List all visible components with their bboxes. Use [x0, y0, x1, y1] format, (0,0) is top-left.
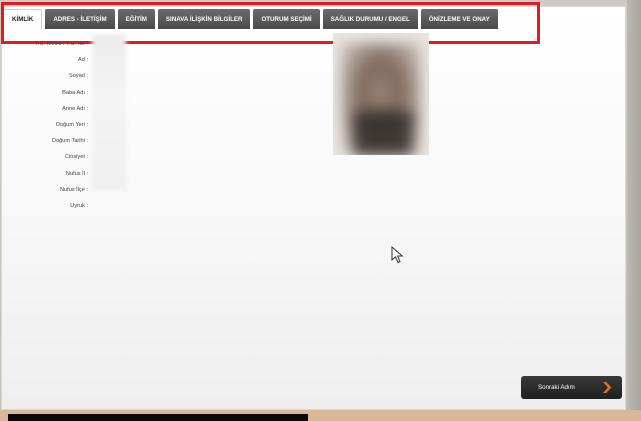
window-edge: [627, 0, 641, 421]
label-dogum-tarihi: Doğum Tarihi :: [52, 138, 88, 145]
label-cinsiyet: Cinsiyet :: [64, 154, 88, 161]
label-dogum-yeri: Doğum Yeri :: [55, 121, 88, 128]
label-uyruk: Uyruk :: [70, 202, 88, 209]
taskbar-strip: [8, 414, 308, 421]
mouse-cursor-icon: [391, 246, 404, 264]
identity-form-labels: T.C. Kimlik / Y.U. No : Ad : Soyad : Bab…: [4, 36, 88, 214]
chevron-right-icon: [603, 381, 612, 394]
label-soyad: Soyad :: [69, 73, 88, 80]
label-tc-kimlik: T.C. Kimlik / Y.U. No :: [35, 41, 88, 47]
label-nufus-il: Nufus İl :: [65, 170, 88, 177]
label-anne-adi: Anne Adı :: [62, 105, 88, 112]
profile-photo: [333, 33, 429, 155]
redacted-values: [92, 34, 126, 190]
label-baba-adi: Baba Adı :: [62, 89, 88, 96]
next-step-label: Sonraki Adım: [538, 384, 575, 391]
label-ad: Ad :: [78, 57, 88, 64]
label-nufus-ilce: Nufus İlçe :: [60, 186, 88, 193]
next-step-button[interactable]: Sonraki Adım: [521, 376, 622, 399]
